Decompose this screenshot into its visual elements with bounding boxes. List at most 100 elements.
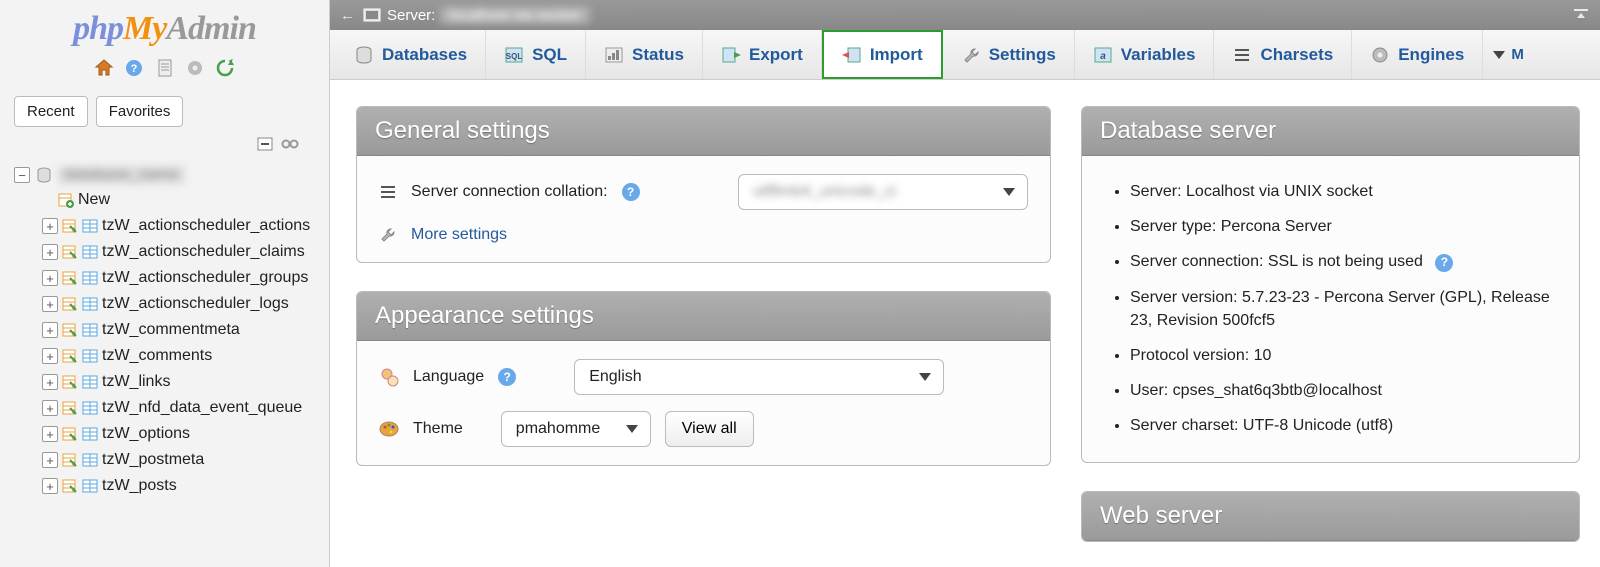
tab-export[interactable]: Export: [703, 30, 822, 79]
settings-cog-icon[interactable]: [184, 58, 206, 80]
tree-expand-icon[interactable]: +: [42, 452, 58, 468]
tree-table-label: tzW_options: [102, 425, 190, 443]
tab-settings[interactable]: Settings: [943, 30, 1075, 79]
tree-table-item[interactable]: +tzW_postmeta: [14, 447, 323, 473]
tab-more[interactable]: M: [1483, 30, 1534, 79]
table-browse-icon[interactable]: [62, 270, 78, 286]
tree-table-item[interactable]: +tzW_comments: [14, 343, 323, 369]
svg-text:SQL: SQL: [506, 52, 523, 61]
tree-expand-icon[interactable]: +: [42, 348, 58, 364]
panel-web-server: Web server: [1081, 491, 1580, 542]
panel-title-appearance: Appearance settings: [357, 292, 1050, 341]
tab-label: Export: [749, 45, 803, 65]
tree-expand-icon[interactable]: +: [42, 296, 58, 312]
home-icon[interactable]: [93, 58, 115, 80]
table-browse-icon[interactable]: [62, 296, 78, 312]
tree-table-label: tzW_actionscheduler_groups: [102, 269, 308, 287]
table-icon: [82, 452, 98, 468]
table-icon: [82, 426, 98, 442]
link-tables-icon[interactable]: [281, 137, 299, 151]
tree-expand-icon[interactable]: +: [42, 244, 58, 260]
logo[interactable]: phpMyAdmin: [0, 0, 329, 54]
tree-table-item[interactable]: +tzW_commentmeta: [14, 317, 323, 343]
tree-table-label: tzW_nfd_data_event_queue: [102, 399, 302, 417]
logout-icon[interactable]: ?: [123, 58, 145, 80]
tab-label: SQL: [532, 45, 567, 65]
tree-table-item[interactable]: +tzW_posts: [14, 473, 323, 499]
help-icon[interactable]: ?: [1435, 254, 1453, 272]
tree-table-item[interactable]: + tzW_actionscheduler_groups: [14, 265, 323, 291]
table-browse-icon[interactable]: [62, 400, 78, 416]
theme-select[interactable]: pmahomme: [501, 411, 651, 447]
table-browse-icon[interactable]: [62, 426, 78, 442]
tree-expand-icon[interactable]: +: [42, 322, 58, 338]
tab-more-label: M: [1511, 46, 1524, 63]
sidebar-icon-row: ?: [0, 54, 329, 90]
tree-root-label: database_name: [58, 166, 185, 184]
tab-databases[interactable]: Databases: [336, 30, 486, 79]
tree-table-item[interactable]: +tzW_actionscheduler_logs: [14, 291, 323, 317]
table-browse-icon[interactable]: [62, 218, 78, 234]
collapse-all-icon[interactable]: [255, 137, 273, 151]
tree-table-item[interactable]: + tzW_nfd_data_event_queue: [14, 395, 323, 421]
tab-import[interactable]: Import: [822, 30, 943, 79]
reload-icon[interactable]: [214, 58, 236, 80]
panel-collapse-icon[interactable]: [1572, 7, 1590, 24]
tree-expand-icon[interactable]: +: [42, 270, 58, 286]
filter-tabs: Recent Favorites: [0, 90, 329, 133]
table-icon: [82, 244, 98, 260]
tree-expand-icon[interactable]: +: [42, 426, 58, 442]
tab-status[interactable]: Status: [586, 30, 703, 79]
table-browse-icon[interactable]: [62, 244, 78, 260]
recent-tab[interactable]: Recent: [14, 96, 88, 127]
table-browse-icon[interactable]: [62, 322, 78, 338]
theme-label: Theme: [413, 420, 463, 438]
charsets-icon: [1232, 46, 1252, 64]
table-browse-icon[interactable]: [62, 374, 78, 390]
tab-engines[interactable]: Engines: [1352, 30, 1483, 79]
language-select[interactable]: English: [574, 359, 944, 395]
table-icon: [82, 270, 98, 286]
tree-table-item[interactable]: + tzW_options: [14, 421, 323, 447]
table-icon: [82, 348, 98, 364]
more-settings-link[interactable]: More settings: [411, 226, 507, 244]
tree-table-item[interactable]: +tzW_actionscheduler_claims: [14, 239, 323, 265]
tab-variables[interactable]: aVariables: [1075, 30, 1215, 79]
tree-table-label: tzW_actionscheduler_actions: [102, 217, 310, 235]
main: General settings Server connection colla…: [330, 80, 1600, 567]
table-browse-icon[interactable]: [62, 478, 78, 494]
tree-root[interactable]: − database_name: [14, 163, 323, 187]
logo-my: My: [123, 10, 166, 47]
help-icon[interactable]: ?: [622, 183, 640, 201]
tree-collapse-icon[interactable]: −: [14, 167, 30, 183]
database-icon: [36, 167, 52, 183]
view-all-button[interactable]: View all: [665, 411, 754, 447]
tree-table-item[interactable]: +tzW_links: [14, 369, 323, 395]
panel-database-server: Database server Server: Localhost via UN…: [1081, 106, 1580, 463]
favorites-tab[interactable]: Favorites: [96, 96, 184, 127]
tree-expand-icon[interactable]: +: [42, 374, 58, 390]
help-icon[interactable]: ?: [498, 368, 516, 386]
tabbar: Databases SQL SQL Status Export ImportSetting…: [330, 30, 1600, 80]
tab-sql[interactable]: SQL SQL: [486, 30, 586, 79]
tree-table-item[interactable]: + tzW_actionscheduler_actions: [14, 213, 323, 239]
panel-appearance-settings: Appearance settings Language ? English T…: [356, 291, 1051, 466]
tree-expand-icon[interactable]: +: [42, 478, 58, 494]
export-icon: [721, 46, 741, 64]
tree-expand-icon[interactable]: +: [42, 400, 58, 416]
breadcrumb-arrow-icon[interactable]: ←: [340, 7, 355, 24]
theme-icon: [379, 419, 399, 439]
variables-icon: a: [1093, 46, 1113, 64]
language-value: English: [589, 368, 641, 385]
tree-expand-icon[interactable]: +: [42, 218, 58, 234]
tab-charsets[interactable]: Charsets: [1214, 30, 1352, 79]
table-browse-icon[interactable]: [62, 348, 78, 364]
server-label: Server:: [387, 7, 435, 24]
chevron-down-icon: [1493, 51, 1505, 59]
docs-icon[interactable]: [154, 58, 176, 80]
tree-new-item[interactable]: New: [14, 187, 323, 213]
db-server-item: Server type: Percona Server: [1130, 209, 1557, 244]
table-browse-icon[interactable]: [62, 452, 78, 468]
db-server-item: Server charset: UTF-8 Unicode (utf8): [1130, 408, 1557, 443]
collation-select[interactable]: utf8mb4_unicode_ci: [738, 174, 1028, 210]
